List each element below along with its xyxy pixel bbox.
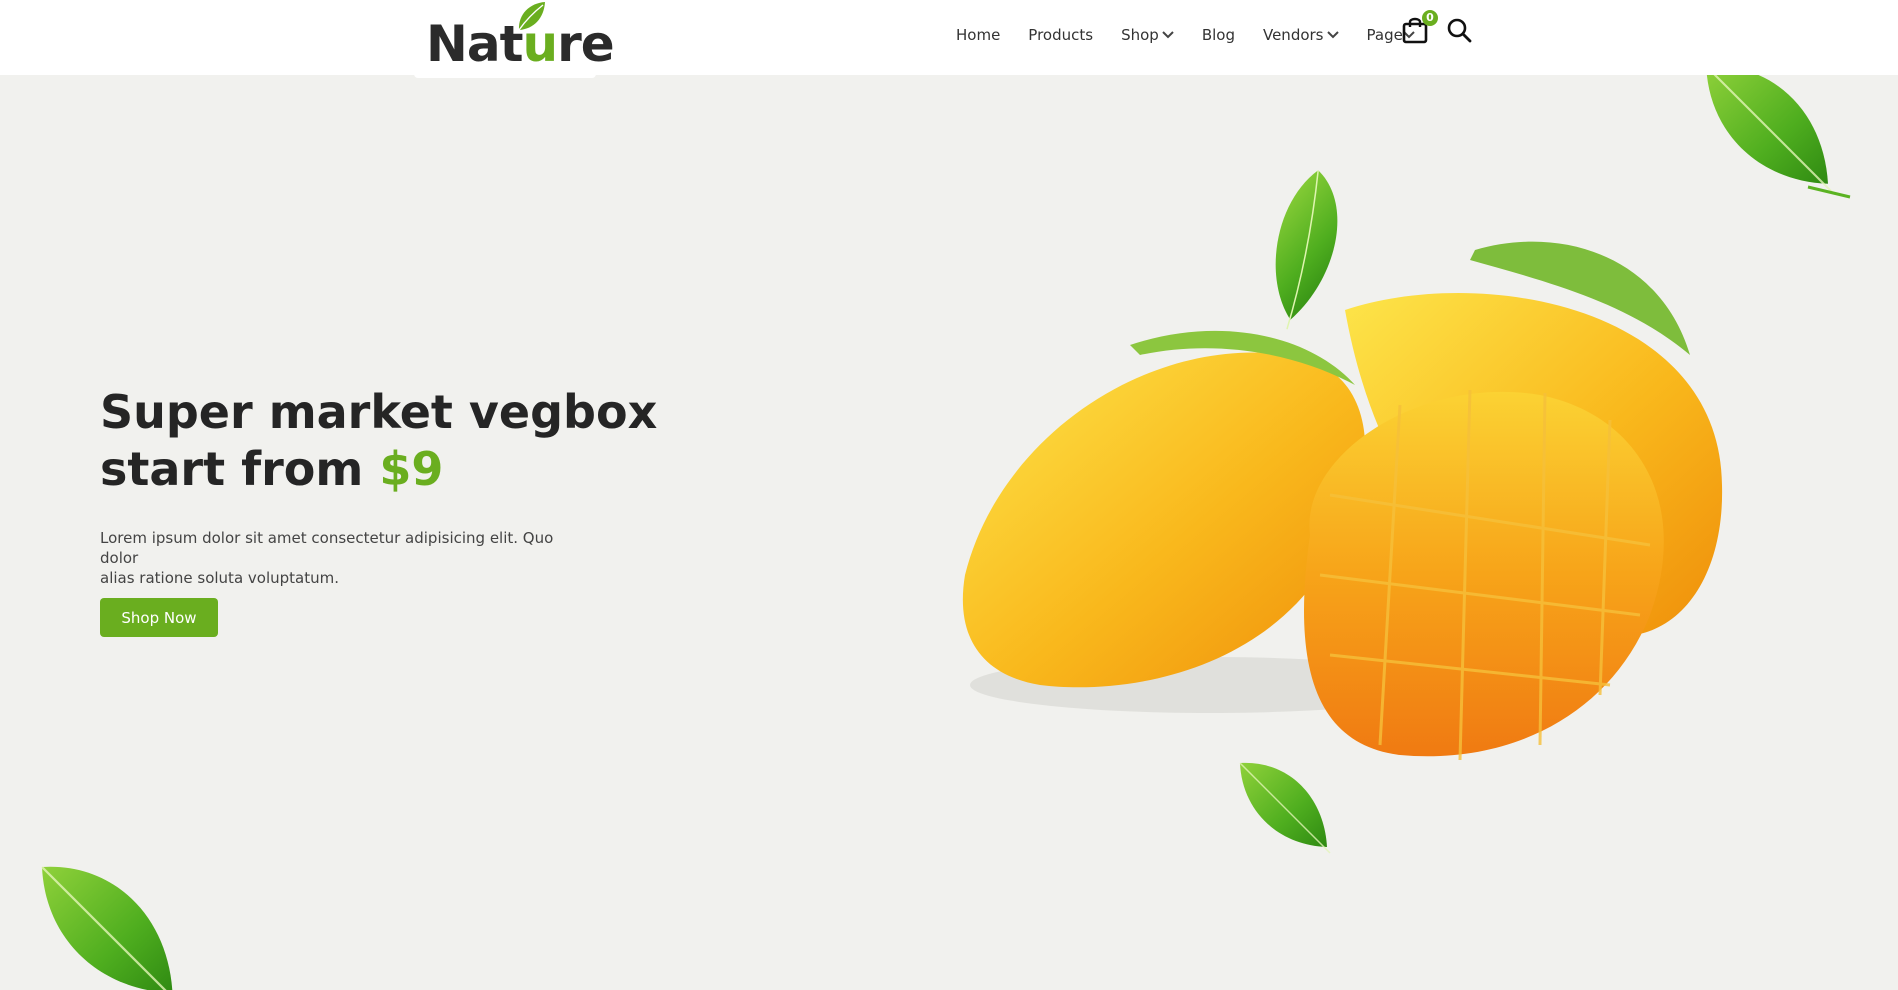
nav-item-label: Page xyxy=(1366,26,1403,44)
logo-text-part: Nat xyxy=(426,15,523,73)
hero-description: Lorem ipsum dolor sit amet consectetur a… xyxy=(100,528,590,588)
hero-headline: Super market vegbox start from $9 xyxy=(100,384,720,498)
leaf-decoration-bottom xyxy=(1239,761,1331,854)
hero-headline-line1: Super market vegbox xyxy=(100,385,658,439)
cart-count-badge: 0 xyxy=(1422,10,1438,26)
nav-item-home[interactable]: Home xyxy=(956,26,1000,44)
nav-item-blog[interactable]: Blog xyxy=(1202,26,1235,44)
chevron-down-icon xyxy=(1162,31,1174,39)
site-header: Nature Home Products Shop Blog Vendors P… xyxy=(0,0,1898,78)
mango-left xyxy=(962,330,1366,688)
logo[interactable]: Nature xyxy=(414,0,615,78)
hero-description-line1: Lorem ipsum dolor sit amet consectetur a… xyxy=(100,529,554,567)
nav-item-products[interactable]: Products xyxy=(1028,26,1093,44)
search-icon xyxy=(1447,18,1472,43)
nav-item-label: Products xyxy=(1028,26,1094,44)
nav-item-label: Shop xyxy=(1121,26,1159,44)
hero-description-line2: alias ratione soluta voluptatum. xyxy=(100,569,339,587)
chevron-down-icon xyxy=(1326,31,1339,39)
nav-item-shop[interactable]: Shop xyxy=(1121,26,1174,44)
mango-cut xyxy=(1304,389,1664,761)
hero-price: $9 xyxy=(379,442,444,496)
nav-item-label: Home xyxy=(956,26,1001,44)
nav-item-label: Vendors xyxy=(1262,26,1324,44)
mango-back xyxy=(1345,241,1723,637)
leaf-decoration-bottom-left xyxy=(40,865,179,990)
logo-text-part: re xyxy=(557,15,615,73)
leaf-stem xyxy=(1807,185,1851,199)
cart-button[interactable]: 0 xyxy=(1402,10,1438,46)
nav-item-label: Blog xyxy=(1201,26,1235,44)
logo-leaf-icon xyxy=(518,2,545,31)
nav-item-vendors[interactable]: Vendors xyxy=(1263,26,1339,44)
leaf-decoration-upper xyxy=(1275,170,1338,330)
hero-headline-line2: start from xyxy=(100,442,380,496)
main-nav: Home Products Shop Blog Vendors Page xyxy=(956,24,1443,46)
search-button[interactable] xyxy=(1446,17,1472,43)
leaf-decoration-top-right xyxy=(1704,75,1834,194)
shop-now-button[interactable]: Shop Now xyxy=(100,598,218,637)
